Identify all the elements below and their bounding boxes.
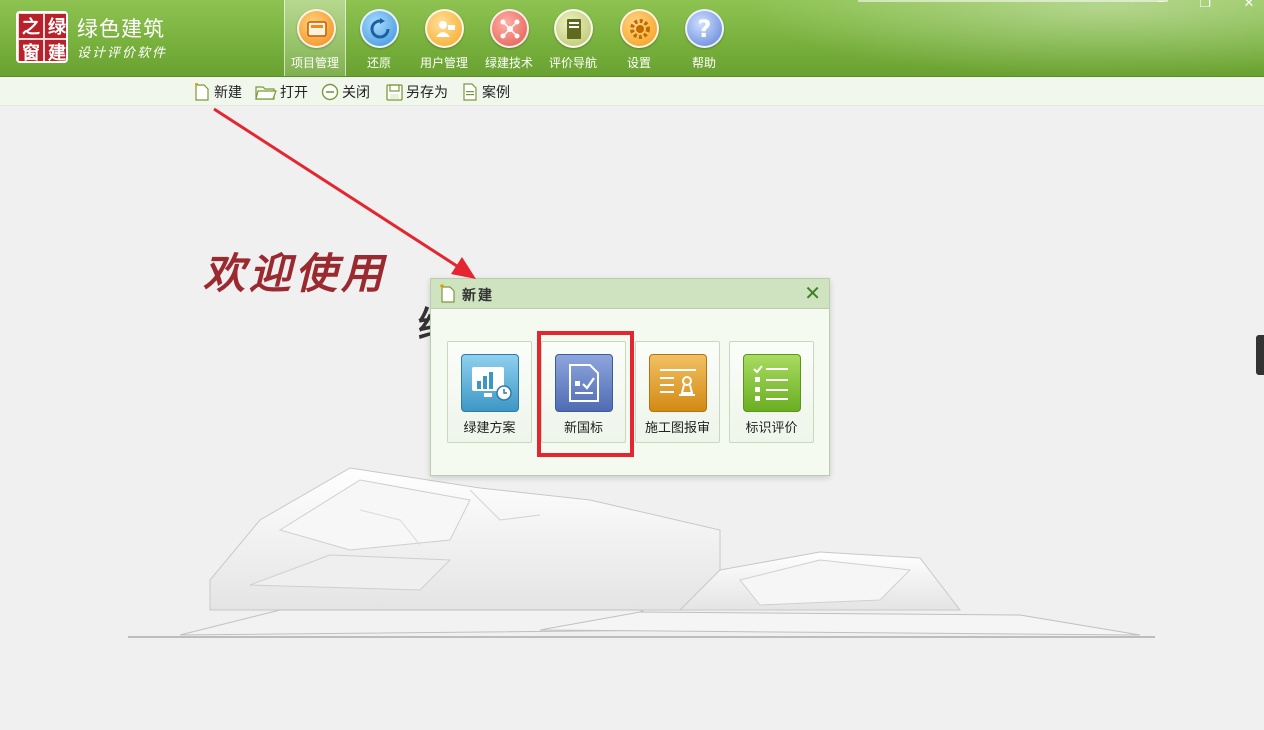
tile-construction-drawing-review[interactable]: 施工图报审 xyxy=(635,341,720,443)
tool-label: 设置 xyxy=(626,56,651,70)
tool-restore[interactable]: 还原 xyxy=(348,0,410,76)
restore-window-button[interactable]: ❐ xyxy=(1195,0,1215,11)
open-label: 打开 xyxy=(280,85,308,101)
close-window-button[interactable]: ✕ xyxy=(1239,0,1259,11)
tool-help[interactable]: ? 帮助 xyxy=(673,0,735,76)
tool-green-tech[interactable]: 绿建技术 xyxy=(478,0,540,76)
app-logo: 之 绿 窗 建 xyxy=(16,11,68,63)
dialog-close-button[interactable]: ✕ xyxy=(804,282,821,304)
logo-char: 绿 xyxy=(44,13,66,39)
tile-label-evaluation[interactable]: 标识评价 xyxy=(729,341,814,443)
restore-icon xyxy=(360,9,399,48)
tile-green-building-plan[interactable]: 绿建方案 xyxy=(447,341,532,443)
tile-label: 标识评价 xyxy=(745,421,798,436)
minimize-button[interactable]: – xyxy=(1151,0,1171,9)
stamp-icon xyxy=(649,354,707,412)
app-name: 绿色建筑 xyxy=(77,17,165,41)
logo-char: 之 xyxy=(18,13,44,39)
new-file-icon xyxy=(193,83,211,101)
case-button[interactable]: 案例 xyxy=(461,82,510,102)
tool-label: 项目管理 xyxy=(290,56,339,70)
logo-char: 窗 xyxy=(18,39,44,61)
close-label: 关闭 xyxy=(342,85,370,101)
title-bar-highlight-line xyxy=(858,0,1168,2)
new-file-icon xyxy=(439,284,457,304)
save-as-label: 另存为 xyxy=(406,85,448,101)
side-panel-handle[interactable] xyxy=(1256,335,1264,375)
dialog-header: 新建 ✕ xyxy=(431,279,829,309)
user-icon xyxy=(425,9,464,48)
tool-label: 绿建技术 xyxy=(484,56,533,70)
save-as-button[interactable]: 另存为 xyxy=(385,82,448,102)
tool-label: 评价导航 xyxy=(548,56,597,70)
welcome-heading: 欢迎使用 xyxy=(203,249,388,298)
tool-label: 用户管理 xyxy=(419,56,468,70)
tool-evaluation-guide[interactable]: 评价导航 xyxy=(542,0,604,76)
tool-user-management[interactable]: 用户管理 xyxy=(413,0,475,76)
building-illustration xyxy=(128,467,1155,638)
case-document-icon xyxy=(461,83,479,101)
title-bar-sheen xyxy=(744,0,1264,76)
gear-icon xyxy=(620,9,659,48)
tool-project-management[interactable]: 项目管理 xyxy=(284,0,346,76)
save-as-icon xyxy=(385,83,403,101)
chart-monitor-icon xyxy=(461,354,519,412)
dialog-title: 新建 xyxy=(462,288,494,304)
open-folder-icon xyxy=(255,83,277,101)
sub-toolbar: 新建 打开 关闭 另存为 案例 xyxy=(0,78,1264,106)
checklist-icon xyxy=(743,354,801,412)
open-button[interactable]: 打开 xyxy=(255,82,308,102)
annotation-highlight-box xyxy=(537,331,634,457)
tile-label: 施工图报审 xyxy=(644,421,710,436)
new-label: 新建 xyxy=(214,85,242,101)
project-icon xyxy=(297,9,336,48)
case-label: 案例 xyxy=(482,85,510,101)
guide-book-icon xyxy=(554,9,593,48)
close-circle-icon xyxy=(321,83,339,101)
close-project-button[interactable]: 关闭 xyxy=(321,82,370,102)
help-icon: ? xyxy=(685,9,724,48)
app-subtitle: 设计评价软件 xyxy=(77,46,168,61)
tool-label: 帮助 xyxy=(691,56,716,70)
tool-settings[interactable]: 设置 xyxy=(608,0,670,76)
tile-label: 绿建方案 xyxy=(463,421,516,436)
tech-icon xyxy=(490,9,529,48)
new-button[interactable]: 新建 xyxy=(193,82,242,102)
tool-label: 还原 xyxy=(366,56,391,70)
logo-char: 建 xyxy=(44,39,66,61)
title-bar: 之 绿 窗 建 绿色建筑 设计评价软件 项目管理 还原 用户管理 绿建技术 评价… xyxy=(0,0,1264,77)
